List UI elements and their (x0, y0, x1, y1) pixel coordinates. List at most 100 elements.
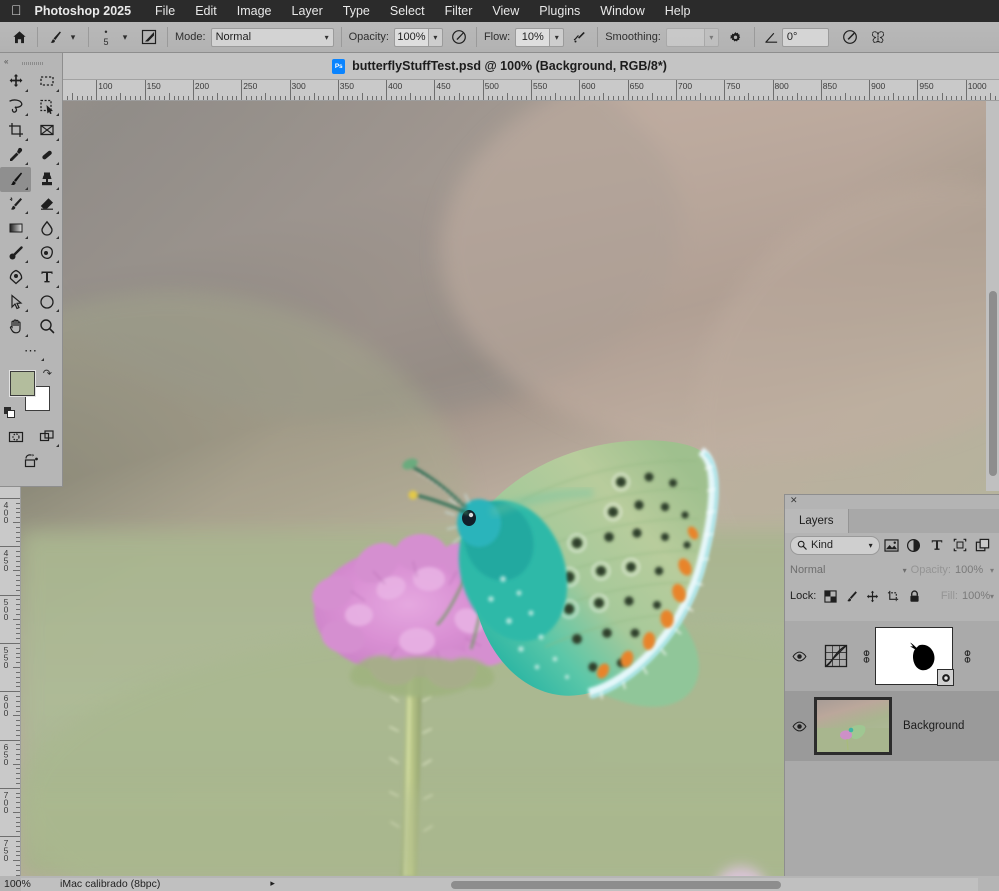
move-tool[interactable] (0, 69, 31, 94)
menu-item-file[interactable]: File (145, 4, 185, 18)
type-layer-filter-icon[interactable] (925, 534, 948, 556)
apple-logo-icon[interactable]:  (0, 3, 35, 17)
zoom-level-field[interactable]: 100% (0, 878, 55, 890)
lock-artboard-nesting-icon[interactable] (883, 586, 904, 606)
rectangular-marquee-tool[interactable] (31, 69, 62, 94)
crop-tool[interactable] (0, 118, 31, 143)
flow-input[interactable]: 10% (515, 27, 550, 47)
layer-mask-thumbnail[interactable] (875, 627, 954, 686)
menu-item-window[interactable]: Window (590, 4, 654, 18)
lock-all-icon[interactable] (904, 586, 925, 606)
pen-tool[interactable] (0, 265, 31, 290)
collapse-chevrons-icon[interactable]: « (4, 57, 8, 66)
flow-stepper[interactable]: ▾ (549, 27, 565, 47)
blur-tool[interactable] (31, 216, 62, 241)
horizontal-ruler[interactable]: 5010015020025030035040045050055060065070… (21, 80, 999, 101)
hand-tool[interactable] (0, 314, 31, 339)
lock-image-pixels-icon[interactable] (841, 586, 862, 606)
layer-opacity-input[interactable]: 100% (955, 562, 986, 579)
menu-item-plugins[interactable]: Plugins (529, 4, 590, 18)
layer-blend-mode-select[interactable]: Normal ▾ (790, 560, 907, 580)
eyedropper-tool[interactable] (0, 143, 31, 168)
foreground-color-swatch[interactable] (10, 370, 35, 396)
brush-size-caret-icon[interactable]: ▾ (116, 32, 134, 43)
smart-object-filter-icon[interactable] (971, 534, 994, 556)
smoothing-stepper[interactable]: ▾ (703, 27, 719, 47)
ellipse-tool[interactable] (31, 290, 62, 315)
menu-item-edit[interactable]: Edit (185, 4, 227, 18)
chevron-down-icon[interactable]: ▾ (990, 566, 994, 575)
menu-item-filter[interactable]: Filter (435, 4, 483, 18)
brush-tool[interactable] (0, 167, 31, 192)
zoom-tool[interactable] (31, 314, 62, 339)
ruler-label: 450 (1, 548, 11, 571)
symmetry-butterfly-icon[interactable] (867, 29, 889, 45)
menu-item-view[interactable]: View (482, 4, 529, 18)
default-colors-icon[interactable] (4, 405, 15, 418)
menu-item-image[interactable]: Image (227, 4, 282, 18)
brush-preset-caret-icon[interactable]: ▾ (65, 32, 81, 43)
menu-item-select[interactable]: Select (380, 4, 435, 18)
table-row[interactable] (785, 621, 999, 691)
pressure-opacity-icon[interactable] (449, 29, 469, 45)
smoothing-input[interactable] (665, 27, 704, 47)
layer-thumbnail[interactable] (814, 697, 892, 755)
airbrush-icon[interactable] (570, 29, 590, 45)
type-tool[interactable] (31, 265, 62, 290)
sponge-tool[interactable] (31, 241, 62, 266)
table-row[interactable]: Background (785, 691, 999, 761)
menu-item-help[interactable]: Help (655, 4, 701, 18)
opacity-stepper[interactable]: ▾ (427, 27, 443, 47)
screen-mode-button[interactable] (31, 425, 62, 450)
lock-transparent-pixels-icon[interactable] (820, 586, 841, 606)
history-brush-tool[interactable] (0, 192, 31, 217)
link-mask-icon[interactable] (858, 649, 875, 664)
eraser-tool[interactable] (31, 192, 62, 217)
chevron-down-icon[interactable]: ▾ (990, 592, 994, 601)
document-title[interactable]: butterflyStuffTest.psd @ 100% (Backgroun… (352, 59, 667, 73)
ruler-minor-tick (347, 96, 349, 100)
menu-item-type[interactable]: Type (333, 4, 380, 18)
gradient-tool[interactable] (0, 216, 31, 241)
drag-grip-icon[interactable] (22, 62, 44, 65)
lasso-tool[interactable] (0, 94, 31, 119)
opacity-input[interactable]: 100% (393, 27, 428, 47)
menu-item-layer[interactable]: Layer (282, 4, 333, 18)
quick-mask-toggle[interactable] (0, 425, 31, 450)
lock-position-icon[interactable] (862, 586, 883, 606)
chevron-right-icon[interactable]: ▸ (160, 878, 275, 889)
edit-toolbar-button[interactable]: ⋯ (16, 339, 47, 364)
blend-mode-select[interactable]: Normal ▾ (210, 27, 334, 47)
brush-settings-panel-icon[interactable] (138, 29, 160, 45)
shape-layer-filter-icon[interactable] (948, 534, 971, 556)
tab-layers[interactable]: Layers (785, 509, 849, 533)
curves-adjustment-icon[interactable] (814, 621, 858, 691)
swap-colors-icon[interactable]: ↷ (43, 367, 52, 380)
pixel-layer-filter-icon[interactable] (880, 534, 903, 556)
toolbar-collapse-handle[interactable]: « (0, 53, 62, 69)
layer-name-label[interactable]: Background (892, 720, 964, 732)
brush-preset-icon[interactable] (45, 30, 65, 45)
brush-size-indicator[interactable]: • 5 (96, 27, 116, 47)
share-image-button[interactable] (16, 449, 47, 474)
brush-angle-input[interactable]: 0° (781, 27, 829, 47)
mask-link-right-icon[interactable] (959, 649, 976, 664)
object-selection-tool[interactable] (31, 94, 62, 119)
pressure-size-icon[interactable] (839, 29, 861, 45)
ruler-minor-tick (598, 96, 600, 100)
gear-icon[interactable] (725, 30, 747, 45)
layer-visibility-toggle[interactable] (785, 651, 814, 662)
path-selection-tool[interactable] (0, 290, 31, 315)
frame-tool[interactable] (31, 118, 62, 143)
layer-filter-kind-select[interactable]: Kind ▾ (790, 535, 880, 555)
vertical-scrollbar[interactable] (986, 101, 999, 491)
layer-visibility-toggle[interactable] (785, 721, 814, 732)
layer-fill-input[interactable]: 100% (958, 588, 990, 605)
dodge-tool[interactable] (0, 241, 31, 266)
clone-stamp-tool[interactable] (31, 167, 62, 192)
adjustment-layer-filter-icon[interactable] (902, 534, 925, 556)
vertical-scrollbar-thumb[interactable] (989, 291, 997, 476)
panel-close-icon[interactable]: ✕ (785, 495, 999, 509)
home-icon[interactable] (8, 30, 30, 45)
spot-healing-brush-tool[interactable] (31, 143, 62, 168)
